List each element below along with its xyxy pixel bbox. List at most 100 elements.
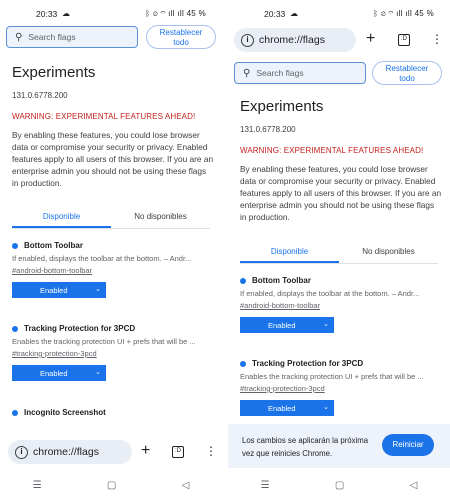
tab-bar: Disponible No disponibles: [12, 207, 210, 229]
omnibox[interactable]: i chrome://flags: [234, 28, 356, 52]
flag-state-value: Enabled: [268, 403, 296, 413]
chevron-down-icon: ⌄: [95, 369, 101, 376]
page-header: Experiments 131.0.6778.200 WARNING: EXPE…: [240, 98, 442, 223]
recents-icon[interactable]: ☰: [261, 480, 270, 491]
chevron-down-icon: ⌄: [95, 286, 101, 293]
status-bar: 20:33 ☁ ᛒ ⊘ ⌔ ıll ıll 45 %: [228, 0, 450, 24]
tab-available[interactable]: Disponible: [240, 242, 339, 263]
search-placeholder: Search flags: [28, 32, 76, 42]
flag-state-select[interactable]: Enabled ⌄: [12, 365, 106, 381]
search-row: ⚲ Search flags Restablecer todo: [228, 60, 450, 90]
flag-description: If enabled, displays the toolbar at the …: [12, 254, 192, 263]
tab-unavailable[interactable]: No disponibles: [339, 242, 438, 263]
chevron-down-icon: ⌄: [323, 404, 329, 411]
status-icons: ᛒ ⊘ ⌔ ıll ıll 45 %: [145, 9, 206, 18]
new-tab-icon[interactable]: +: [141, 442, 150, 460]
chevron-down-icon: ⌄: [323, 321, 329, 328]
search-input[interactable]: ⚲ Search flags: [6, 26, 138, 48]
more-menu-icon[interactable]: ⋮: [431, 33, 443, 45]
battery-level: 45 %: [414, 9, 434, 18]
url-text: chrome://flags: [259, 34, 325, 46]
flag-description: Enables the tracking protection UI + pre…: [12, 337, 196, 346]
tab-bar: Disponible No disponibles: [240, 242, 438, 264]
flag-title-text: Tracking Protection for 3PCD: [252, 359, 364, 368]
flag-link[interactable]: #android-bottom-toolbar: [240, 301, 442, 310]
home-icon[interactable]: ▢: [335, 480, 344, 491]
reset-all-label-line2: todo: [173, 38, 189, 47]
reset-all-label-line1: Restablecer: [159, 28, 203, 37]
flag-link[interactable]: #tracking-protection-3pcd: [12, 349, 214, 358]
reset-all-button[interactable]: Restablecer todo: [372, 61, 442, 85]
search-icon: ⚲: [15, 31, 23, 43]
flag-title-text: Tracking Protection for 3PCD: [24, 324, 136, 333]
status-icons: ᛒ ⊘ ⌔ ıll ıll 45 %: [373, 9, 434, 18]
recents-icon[interactable]: ☰: [33, 480, 42, 491]
omnibox[interactable]: i chrome://flags: [8, 440, 132, 464]
flag-item: Bottom Toolbar If enabled, displays the …: [12, 241, 214, 298]
search-placeholder: Search flags: [256, 68, 304, 78]
info-icon[interactable]: i: [15, 445, 28, 459]
info-icon[interactable]: i: [241, 33, 254, 47]
flag-dot-icon: [240, 277, 246, 284]
more-menu-icon[interactable]: ⋮: [205, 445, 217, 457]
tab-available[interactable]: Disponible: [12, 207, 111, 228]
flag-item: Tracking Protection for 3PCD Enables the…: [240, 359, 442, 416]
flag-state-value: Enabled: [40, 368, 68, 378]
signal-icons: ᛒ ⊘ ⌔ ıll ıll: [373, 9, 413, 18]
flag-dot-icon: [12, 325, 18, 332]
warning-text: WARNING: EXPERIMENTAL FEATURES AHEAD!: [12, 112, 196, 121]
version-text: 131.0.6778.200: [240, 125, 296, 134]
restart-snackbar: Los cambios se aplicarán la próxima vez …: [228, 424, 450, 468]
flag-dot-icon: [240, 360, 246, 367]
search-row: ⚲ Search flags Restablecer todo: [0, 24, 222, 54]
flag-state-select[interactable]: Enabled ⌄: [240, 400, 334, 416]
system-nav-bar: ☰ ▢ ◁: [0, 473, 222, 497]
description-text: By enabling these features, you could lo…: [12, 130, 214, 188]
reset-all-button[interactable]: Restablecer todo: [146, 25, 216, 49]
restart-button[interactable]: Reiniciar: [382, 434, 434, 456]
flag-link[interactable]: #tracking-protection-3pcd: [240, 384, 442, 393]
flag-item: Bottom Toolbar If enabled, displays the …: [240, 276, 442, 333]
flag-state-value: Enabled: [40, 285, 68, 295]
page-header: Experiments 131.0.6778.200 WARNING: EXPE…: [12, 64, 214, 189]
tab-switcher-icon[interactable]: :D: [172, 446, 184, 458]
flag-state-select[interactable]: Enabled ⌄: [12, 282, 106, 298]
flag-dot-icon: [12, 409, 18, 416]
flag-title-text: Bottom Toolbar: [24, 241, 83, 250]
back-icon[interactable]: ◁: [182, 480, 190, 491]
tab-switcher-icon[interactable]: :D: [398, 34, 410, 46]
tab-unavailable[interactable]: No disponibles: [111, 207, 210, 228]
cloud-icon: ☁: [290, 9, 298, 18]
flag-title-text: Incognito Screenshot: [24, 408, 106, 417]
status-time: 20:33: [264, 9, 286, 19]
flag-title: Tracking Protection for 3PCD: [12, 324, 214, 333]
left-screen: 20:33 ☁ ᛒ ⊘ ⌔ ıll ıll 45 % ⚲ Search flag…: [0, 0, 222, 497]
home-icon[interactable]: ▢: [107, 480, 116, 491]
page-title: Experiments: [12, 64, 96, 81]
version-text: 131.0.6778.200: [12, 91, 68, 100]
page-title: Experiments: [240, 98, 324, 115]
new-tab-icon[interactable]: +: [366, 30, 375, 48]
signal-icons: ᛒ ⊘ ⌔ ıll ıll: [145, 9, 185, 18]
flag-item: Tracking Protection for 3PCD Enables the…: [12, 324, 214, 381]
cloud-icon: ☁: [62, 9, 70, 18]
search-input[interactable]: ⚲ Search flags: [234, 62, 366, 84]
flag-state-value: Enabled: [268, 320, 296, 330]
flag-item: Incognito Screenshot: [12, 408, 214, 417]
warning-text: WARNING: EXPERIMENTAL FEATURES AHEAD!: [240, 146, 424, 155]
right-screen: 20:33 ☁ ᛒ ⊘ ⌔ ıll ıll 45 % i chrome://fl…: [228, 0, 450, 497]
description-text: By enabling these features, you could lo…: [240, 164, 442, 222]
bottom-toolbar: i chrome://flags + :D ⋮: [0, 434, 222, 470]
flag-description: Enables the tracking protection UI + pre…: [240, 372, 424, 381]
flag-title: Bottom Toolbar: [240, 276, 442, 285]
flag-link[interactable]: #android-bottom-toolbar: [12, 266, 214, 275]
reset-all-label-line2: todo: [399, 74, 415, 83]
back-icon[interactable]: ◁: [410, 480, 418, 491]
flag-state-select[interactable]: Enabled ⌄: [240, 317, 334, 333]
flag-title-text: Bottom Toolbar: [252, 276, 311, 285]
url-text: chrome://flags: [33, 446, 99, 458]
system-nav-bar: ☰ ▢ ◁: [228, 473, 450, 497]
status-bar: 20:33 ☁ ᛒ ⊘ ⌔ ıll ıll 45 %: [0, 0, 222, 24]
top-toolbar: i chrome://flags + :D ⋮: [228, 22, 450, 58]
search-icon: ⚲: [243, 67, 251, 79]
